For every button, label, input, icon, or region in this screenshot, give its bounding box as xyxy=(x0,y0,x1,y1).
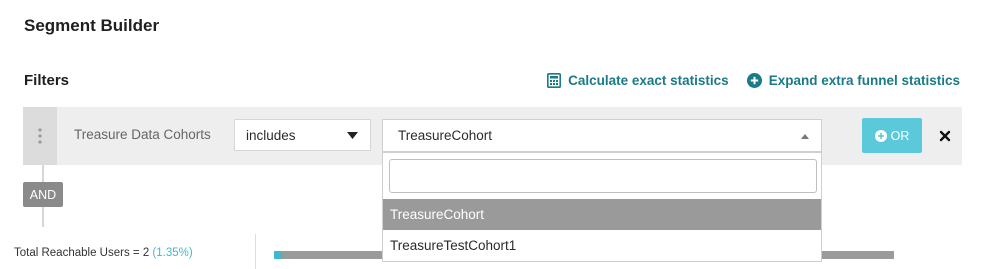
cohort-option-list: TreasureCohort TreasureTestCohort1 xyxy=(383,199,821,261)
cohort-option[interactable]: TreasureCohort xyxy=(383,199,821,230)
reach-count: 2 xyxy=(142,247,150,259)
drag-handle[interactable] xyxy=(23,107,57,165)
calculate-exact-statistics-link[interactable]: Calculate exact statistics xyxy=(547,73,729,88)
caret-up-icon xyxy=(801,134,809,139)
cohort-selected-value: TreasureCohort xyxy=(398,128,493,143)
reach-prefix: Total Reachable Users = xyxy=(14,247,143,259)
cohort-dropdown-menu: TreasureCohort TreasureTestCohort1 xyxy=(382,152,822,262)
page-title: Segment Builder xyxy=(24,16,160,35)
calculate-exact-statistics-label: Calculate exact statistics xyxy=(568,73,729,88)
caret-down-icon xyxy=(347,132,358,139)
total-reachable-users: Total Reachable Users = 2 (1.35%) xyxy=(14,247,193,259)
plus-circle-icon xyxy=(746,73,762,88)
operator-value: includes xyxy=(246,127,296,143)
reach-percent: (1.35%) xyxy=(152,247,193,259)
and-badge: AND xyxy=(23,182,63,207)
operator-select[interactable]: includes xyxy=(234,119,371,151)
cohort-search-input[interactable] xyxy=(389,159,817,193)
reach-divider xyxy=(255,234,256,269)
expand-funnel-statistics-link[interactable]: Expand extra funnel statistics xyxy=(746,73,960,88)
close-icon[interactable] xyxy=(938,129,952,143)
plus-circle-icon xyxy=(874,129,887,142)
or-button-label: OR xyxy=(890,128,910,143)
add-or-condition-button[interactable]: OR xyxy=(862,118,922,153)
calculator-icon xyxy=(547,73,562,88)
cohort-value-select[interactable]: TreasureCohort xyxy=(382,119,822,152)
reach-progress-fill xyxy=(274,251,283,259)
cohort-option[interactable]: TreasureTestCohort1 xyxy=(383,230,821,261)
filter-actions: Calculate exact statistics Expand extra … xyxy=(547,73,960,88)
filters-heading: Filters xyxy=(24,72,70,89)
expand-funnel-statistics-label: Expand extra funnel statistics xyxy=(768,73,960,88)
drag-handle-icon xyxy=(38,128,42,144)
filter-attribute-label: Treasure Data Cohorts xyxy=(74,127,211,142)
